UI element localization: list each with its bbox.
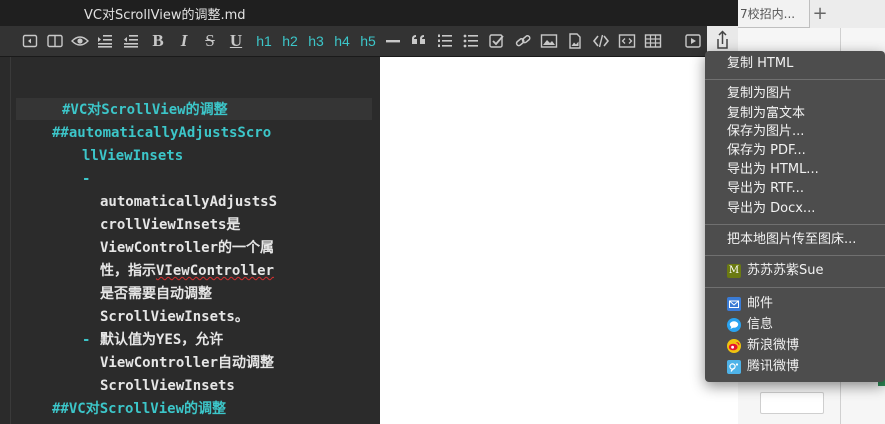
underline-button[interactable]: U [228,32,244,50]
heading-3-button[interactable]: h3 [306,32,326,50]
heading-1-button[interactable]: h1 [254,32,274,50]
menu-item-export-rtf[interactable]: 导出为 RTF... [727,180,804,198]
menu-separator [705,224,885,225]
image-icon[interactable] [540,32,558,50]
spellcheck-word: VIewController [156,263,275,279]
editor-line: crollViewInsets是 [100,217,241,233]
unordered-list-icon[interactable] [462,32,480,50]
browser-tab[interactable]: 7校招内... [738,0,810,28]
menu-separator [705,79,885,80]
checkbox-icon[interactable] [488,32,506,50]
menu-item-export-docx[interactable]: 导出为 Docx... [727,200,815,218]
account-badge-icon: M [727,264,741,278]
menu-item-upload-images[interactable]: 把本地图片传至图床... [727,231,856,249]
menu-separator [705,287,885,288]
editor-text: 性，指示 [100,263,156,279]
menu-separator [705,255,885,256]
italic-button[interactable]: I [176,32,192,50]
list-bullet: - [82,332,91,348]
strikethrough-button[interactable]: S [202,32,218,50]
indent-icon[interactable] [96,32,114,50]
browser-input[interactable] [760,392,824,414]
menu-item-tencent-weibo[interactable]: 腾讯微博 [747,358,799,376]
editor-window: VC对ScrollView的调整.md B I S U h1 h2 h3 h4 … [0,0,738,424]
menu-item-save-pdf[interactable]: 保存为 PDF... [727,142,806,160]
title-bar: VC对ScrollView的调整.md [0,0,738,26]
messages-icon [727,318,741,332]
editor-line: ScrollViewInsets [100,378,235,394]
tencent-weibo-icon [727,360,741,374]
editor-line: ViewController自动调整 [100,355,275,371]
editor-line: 性，指示VIewController [100,260,274,282]
link-icon[interactable] [514,32,532,50]
menu-item-save-image[interactable]: 保存为图片... [727,123,804,141]
editor-line: 是否需要自动调整 [100,286,212,302]
list-bullet: - [82,171,91,187]
new-tab-button[interactable]: + [812,4,828,24]
editor-line: #VC对ScrollView的调整 [62,102,228,118]
menu-item-export-html[interactable]: 导出为 HTML... [727,161,819,179]
format-toolbar: B I S U h1 h2 h3 h4 h5 [0,26,738,57]
code-block-icon[interactable] [618,32,636,50]
menu-item-account[interactable]: 苏苏苏紫Sue [747,262,824,280]
quote-icon[interactable] [410,32,428,50]
markdown-editor[interactable]: #VC对ScrollView的调整 ##automaticallyAdjusts… [0,57,380,424]
outdent-icon[interactable] [122,32,140,50]
editor-line: ViewController的一个属 [100,240,275,256]
menu-item-copy-rich-text[interactable]: 复制为富文本 [727,105,805,123]
mail-icon [727,297,741,311]
editor-line: llViewInsets [82,148,184,164]
gutter [10,57,11,424]
weibo-icon [727,339,741,353]
menu-item-copy-image[interactable]: 复制为图片 [727,85,792,103]
horizontal-rule-icon[interactable] [385,32,401,50]
editor-line: automaticallyAdjustsS [100,194,278,210]
editor-line: 默认值为YES，允许 [100,332,224,348]
preview-eye-icon[interactable] [70,32,90,50]
menu-item-copy-html[interactable]: 复制 HTML [727,55,793,73]
present-icon[interactable] [684,32,702,50]
image-file-icon[interactable] [566,32,584,50]
share-menu: 复制 HTML 复制为图片 复制为富文本 保存为图片... 保存为 PDF...… [705,51,885,382]
bold-button[interactable]: B [150,32,166,50]
heading-2-button[interactable]: h2 [280,32,300,50]
code-icon[interactable] [592,32,610,50]
toggle-sidebar-icon[interactable] [22,32,38,50]
menu-item-messages[interactable]: 信息 [747,316,773,334]
document-title: VC对ScrollView的调整.md [84,8,246,23]
menu-item-weibo[interactable]: 新浪微博 [747,337,799,355]
editor-line: ScrollViewInsets。 [100,309,249,325]
ordered-list-icon[interactable] [436,32,454,50]
editor-line: ##automaticallyAdjustsScro [52,125,272,141]
heading-5-button[interactable]: h5 [358,32,378,50]
table-icon[interactable] [644,32,662,50]
preview-pane[interactable] [380,57,738,424]
heading-4-button[interactable]: h4 [332,32,352,50]
editor-line: ##VC对ScrollView的调整 [52,401,227,417]
split-view-icon[interactable] [46,32,64,50]
menu-item-mail[interactable]: 邮件 [747,295,773,313]
